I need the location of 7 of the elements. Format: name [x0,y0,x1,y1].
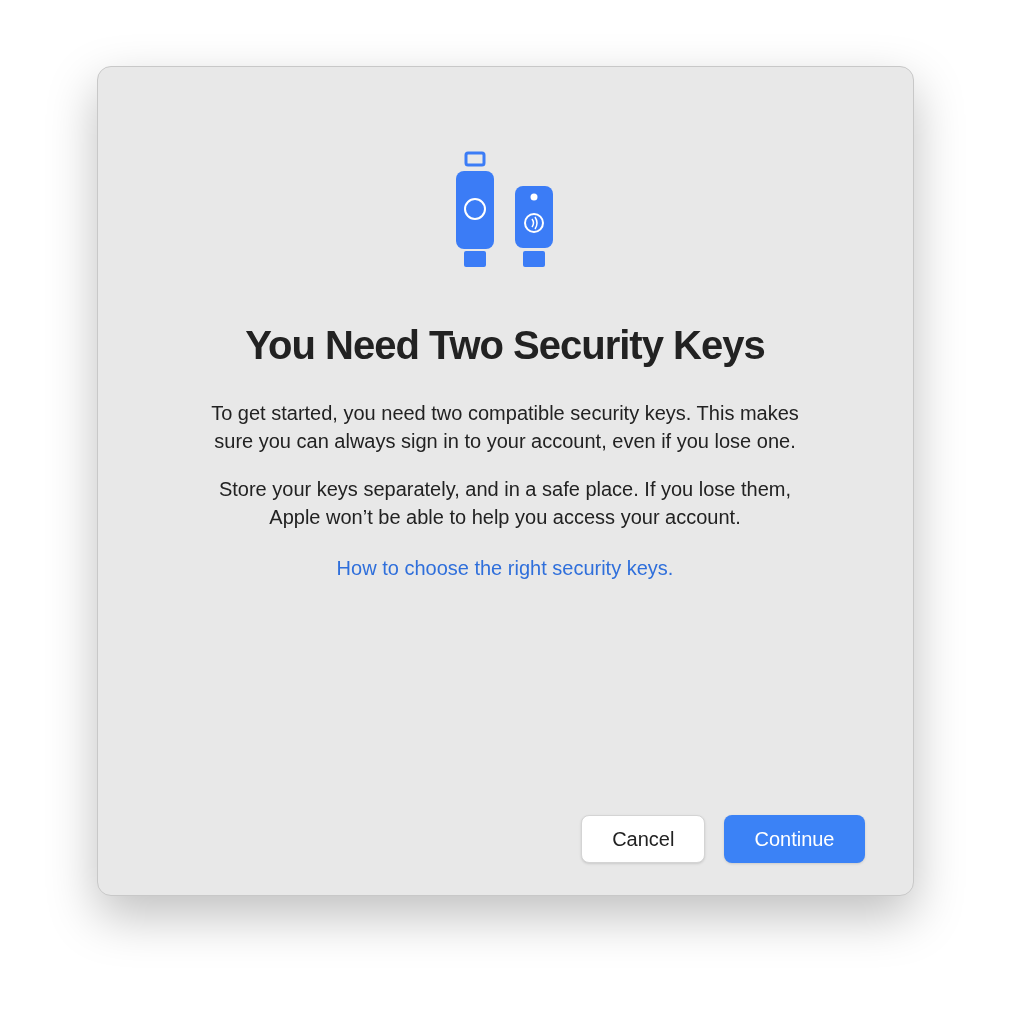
continue-button[interactable]: Continue [724,815,865,863]
help-link[interactable]: How to choose the right security keys. [336,553,674,583]
body-paragraph: To get started, you need two compatible security keys. This makes sure you can always sign in to your account, even if you lose one. [210,401,800,454]
dialog-title: You Need Two Security Keys [245,322,765,369]
security-keys-icon [456,151,554,269]
body-paragraph: Store your keys separately, and in a safe place. If you lose them, Apple won’t be able to help you access your account. [217,477,793,530]
cancel-button[interactable]: Cancel [581,815,706,863]
